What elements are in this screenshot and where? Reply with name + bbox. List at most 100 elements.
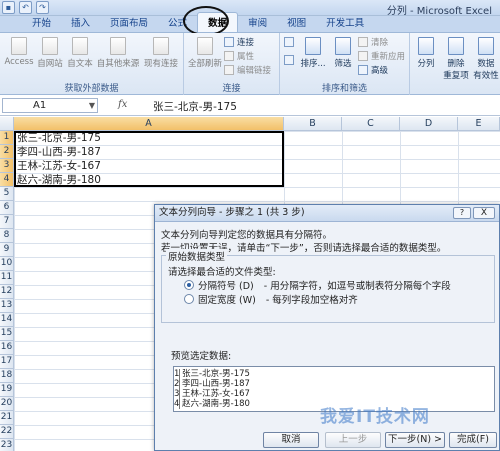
sort-az-icon <box>284 37 294 47</box>
select-all-corner[interactable] <box>0 117 14 131</box>
filter-button[interactable]: 筛选 <box>330 37 356 69</box>
formula-input[interactable]: 张三-北京-男-175 <box>153 99 237 114</box>
from-text-button[interactable]: 自文本 <box>66 37 94 69</box>
tab-home[interactable]: 开始 <box>22 13 61 32</box>
watermark: 我爱IT技术网 <box>320 407 430 427</box>
column-header-e[interactable]: E <box>458 117 500 131</box>
row-header[interactable]: 3 <box>0 159 14 173</box>
preview-row: 2 李四-山西-男-187 <box>174 379 250 389</box>
group-label-connections: 连接 <box>222 84 241 94</box>
row-header[interactable]: 23 <box>0 439 14 451</box>
from-access-button[interactable]: Access <box>4 37 34 67</box>
from-other-sources-button[interactable]: 自其他来源 <box>96 37 140 69</box>
sort-za-button[interactable] <box>284 55 294 65</box>
sort-az-button[interactable] <box>284 37 294 47</box>
clear-icon <box>358 37 368 47</box>
row-header[interactable]: 14 <box>0 313 14 327</box>
delimited-option[interactable]: 分隔符号 (D) - 用分隔字符，如逗号或制表符分隔每个字段 <box>184 278 451 292</box>
tab-review[interactable]: 审阅 <box>238 13 277 32</box>
help-button[interactable]: ? <box>453 207 471 219</box>
row-header[interactable]: 20 <box>0 397 14 411</box>
column-header-b[interactable]: B <box>284 117 342 131</box>
row-header[interactable]: 8 <box>0 229 14 243</box>
selection-box <box>14 131 284 187</box>
reapply-button[interactable]: 重新应用 <box>358 50 405 62</box>
row-header[interactable]: 11 <box>0 271 14 285</box>
sort-icon <box>305 37 321 55</box>
highlight-circle <box>183 6 229 36</box>
row-header[interactable]: 4 <box>0 173 14 187</box>
sort-button[interactable]: 排序... <box>298 37 328 69</box>
filter-icon <box>335 37 351 55</box>
dialog-title: 文本分列向导 - 步骤之 1 (共 3 步) <box>155 205 499 222</box>
row-header[interactable]: 7 <box>0 215 14 229</box>
remove-duplicates-button[interactable]: 删除 重复项 <box>442 37 470 81</box>
row-header[interactable]: 15 <box>0 327 14 341</box>
sort-za-icon <box>284 55 294 65</box>
preview-row: 4 赵六-湖南-男-180 <box>174 399 250 409</box>
group-external-data: Access 自网站 自文本 自其他来源 现有连接 获取外部数据 <box>0 33 184 95</box>
group-label: 原始数据类型 <box>166 249 228 263</box>
ribbon-tabs: 开始 插入 页面布局 公式 数据 审阅 视图 开发工具 <box>0 12 500 33</box>
row-header[interactable]: 22 <box>0 425 14 439</box>
web-icon <box>42 37 58 55</box>
column-header-c[interactable]: C <box>342 117 400 131</box>
close-button[interactable]: X <box>473 207 495 219</box>
row-header[interactable]: 12 <box>0 285 14 299</box>
refresh-all-button[interactable]: 全部刷新 <box>188 37 222 69</box>
connections-button[interactable]: 连接 <box>224 36 254 48</box>
tab-page-layout[interactable]: 页面布局 <box>100 13 158 32</box>
radio-delimited[interactable] <box>184 280 194 290</box>
row-header[interactable]: 10 <box>0 257 14 271</box>
finish-button[interactable]: 完成(F) <box>449 432 497 448</box>
next-button[interactable]: 下一步(N) > <box>385 432 445 448</box>
access-icon <box>11 37 27 55</box>
text-to-columns-button[interactable]: 分列 <box>414 37 438 69</box>
reapply-icon <box>358 51 368 61</box>
chevron-down-icon[interactable]: ▼ <box>89 99 95 112</box>
tab-insert[interactable]: 插入 <box>61 13 100 32</box>
row-header[interactable]: 18 <box>0 369 14 383</box>
properties-button[interactable]: 属性 <box>224 50 254 62</box>
column-header-a[interactable]: A <box>14 117 284 131</box>
clear-button[interactable]: 清除 <box>358 36 388 48</box>
back-button[interactable]: 上一步 <box>325 432 381 448</box>
connections-icon <box>153 37 169 55</box>
row-header[interactable]: 16 <box>0 341 14 355</box>
from-web-button[interactable]: 自网站 <box>36 37 64 69</box>
edit-links-icon <box>224 65 234 75</box>
ribbon: Access 自网站 自文本 自其他来源 现有连接 获取外部数据 全部刷新 连接… <box>0 33 500 95</box>
name-box[interactable]: A1 ▼ <box>2 98 98 113</box>
row-header[interactable]: 21 <box>0 411 14 425</box>
group-label-sort-filter: 排序和筛选 <box>321 84 367 94</box>
row-header[interactable]: 2 <box>0 145 14 159</box>
intro-line-1: 文本分列向导判定您的数据具有分隔符。 <box>161 230 333 241</box>
choose-type-label: 请选择最合适的文件类型: <box>168 267 276 278</box>
tab-view[interactable]: 视图 <box>277 13 316 32</box>
group-connections: 全部刷新 连接 属性 编辑链接 连接 <box>184 33 280 95</box>
existing-connections-button[interactable]: 现有连接 <box>142 37 180 69</box>
fixed-width-option[interactable]: 固定宽度 (W) - 每列字段加空格对齐 <box>184 292 358 306</box>
cancel-button[interactable]: 取消 <box>263 432 319 448</box>
row-header[interactable]: 1 <box>0 131 14 145</box>
row-header[interactable]: 19 <box>0 383 14 397</box>
fx-icon[interactable]: fx <box>118 99 127 110</box>
properties-icon <box>224 51 234 61</box>
row-header[interactable]: 6 <box>0 201 14 215</box>
row-header[interactable]: 17 <box>0 355 14 369</box>
row-header[interactable]: 5 <box>0 187 14 201</box>
data-validation-button[interactable]: 数据 有效性 <box>472 37 500 81</box>
advanced-button[interactable]: 高级 <box>358 64 388 76</box>
link-icon <box>224 37 234 47</box>
radio-fixed-width[interactable] <box>184 294 194 304</box>
remove-duplicates-icon <box>448 37 464 55</box>
text-to-columns-icon <box>418 37 434 55</box>
row-header[interactable]: 13 <box>0 299 14 313</box>
preview-row: 3 王林-江苏-女-167 <box>174 389 250 399</box>
other-sources-icon <box>110 37 126 55</box>
tab-developer[interactable]: 开发工具 <box>316 13 374 32</box>
edit-links-button[interactable]: 编辑链接 <box>224 64 271 76</box>
row-header[interactable]: 9 <box>0 243 14 257</box>
column-header-d[interactable]: D <box>400 117 458 131</box>
refresh-icon <box>197 37 213 55</box>
